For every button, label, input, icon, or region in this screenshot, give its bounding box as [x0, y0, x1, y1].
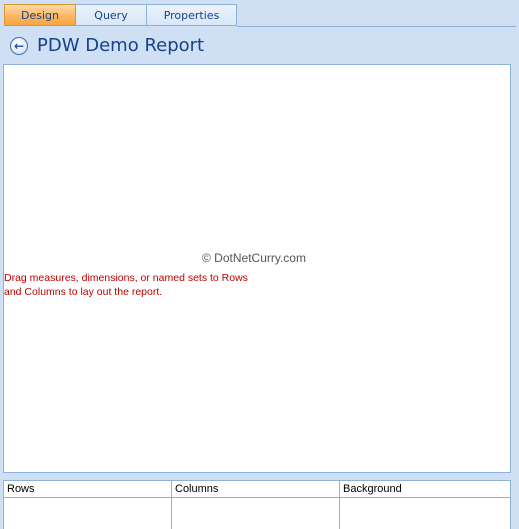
- tab-strip-filler: [237, 4, 516, 27]
- tab-design[interactable]: Design: [4, 4, 76, 26]
- rows-zone-label: Rows: [4, 481, 171, 498]
- back-arrow-icon[interactable]: ←: [10, 36, 28, 55]
- tab-strip: Design Query Properties: [4, 4, 237, 27]
- background-zone-label: Background: [340, 481, 510, 498]
- columns-drop-zone[interactable]: Columns: [172, 481, 340, 529]
- columns-zone-body[interactable]: [172, 498, 339, 529]
- report-header: ← PDW Demo Report: [4, 28, 515, 63]
- tab-properties-label: Properties: [163, 8, 220, 22]
- background-zone-body[interactable]: [340, 498, 510, 529]
- tab-query-label: Query: [94, 8, 128, 22]
- watermark: © DotNetCurry.com: [202, 251, 306, 265]
- tab-query[interactable]: Query: [76, 4, 147, 26]
- background-drop-zone[interactable]: Background: [340, 481, 510, 529]
- page-title: PDW Demo Report: [37, 35, 205, 56]
- tab-properties[interactable]: Properties: [147, 4, 237, 26]
- design-surface[interactable]: © DotNetCurry.com Drag measures, dimensi…: [3, 64, 511, 473]
- drop-zones: Rows Columns Background: [3, 480, 511, 529]
- tab-design-label: Design: [21, 8, 59, 22]
- columns-zone-label: Columns: [172, 481, 339, 498]
- drag-hint-text: Drag measures, dimensions, or named sets…: [4, 272, 248, 298]
- report-designer-window: Design Query Properties ← PDW Demo Repor…: [0, 0, 519, 529]
- rows-drop-zone[interactable]: Rows: [4, 481, 172, 529]
- rows-zone-body[interactable]: [4, 498, 171, 529]
